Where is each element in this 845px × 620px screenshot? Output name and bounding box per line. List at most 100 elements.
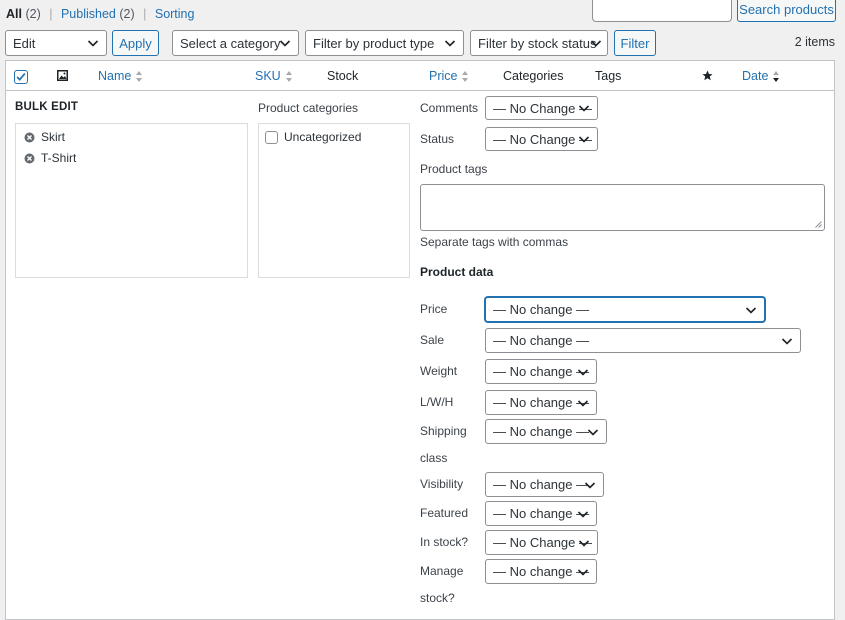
manage-stock-label: Manage	[420, 564, 464, 578]
column-sku-label: SKU	[255, 69, 281, 83]
featured-value: — No change —	[493, 506, 590, 521]
price-change-select[interactable]: — No change —	[485, 297, 765, 322]
bulk-edit-product-item: T-Shirt	[24, 151, 76, 165]
shipping-class-select[interactable]: — No change —	[485, 419, 607, 444]
view-sorting-link[interactable]: Sorting	[155, 7, 195, 21]
items-count: 2 items	[794, 35, 835, 49]
chevron-down-icon	[577, 510, 589, 518]
category-option[interactable]: Uncategorized	[265, 130, 361, 144]
column-name[interactable]: Name	[98, 69, 143, 83]
category-checkbox[interactable]	[265, 130, 278, 144]
product-tags-label: Product tags	[420, 162, 488, 176]
chevron-down-icon	[87, 40, 99, 47]
products-table: Name SKU Stock Price Categories Tags Dat…	[5, 60, 835, 620]
shipping-class-label: Shipping	[420, 424, 467, 438]
bulk-edit-title: BULK EDIT	[15, 101, 79, 113]
price-change-value: — No change —	[493, 302, 590, 317]
search-products-button[interactable]: Search products	[737, 0, 836, 22]
sale-change-value: — No change —	[493, 333, 590, 348]
visibility-select[interactable]: — No change —	[485, 472, 604, 497]
column-categories: Categories	[503, 69, 564, 83]
table-header: Name SKU Stock Price Categories Tags Dat…	[6, 61, 834, 91]
lwh-change-select[interactable]: — No change —	[485, 390, 597, 415]
in-stock-label: In stock?	[420, 535, 469, 549]
comments-select[interactable]: — No Change —	[485, 96, 598, 120]
chevron-down-icon	[584, 481, 596, 489]
category-filter-select[interactable]: Select a category	[172, 30, 299, 56]
chevron-down-icon	[590, 40, 602, 47]
manage-stock-select[interactable]: — No change —	[485, 559, 597, 584]
chevron-down-icon	[577, 399, 589, 407]
lwh-label: L/W/H	[420, 395, 454, 409]
price-label: Price	[420, 302, 448, 316]
view-published-link[interactable]: Published	[61, 7, 116, 21]
filter-button[interactable]: Filter	[614, 30, 656, 56]
chevron-down-icon	[444, 40, 456, 47]
apply-button[interactable]: Apply	[112, 30, 159, 56]
in-stock-select[interactable]: — No Change —	[485, 530, 598, 555]
column-price-label: Price	[429, 69, 458, 83]
tags-hint: Separate tags with commas	[420, 235, 569, 249]
bulk-action-select[interactable]: Edit	[5, 30, 107, 56]
manage-stock-label-line2: stock?	[420, 591, 455, 605]
product-categories-box: Uncategorized	[258, 123, 410, 278]
select-all-checkbox[interactable]	[14, 70, 28, 84]
bulk-action-value: Edit	[13, 35, 36, 51]
status-label: Status	[420, 132, 455, 146]
status-select[interactable]: — No Change —	[485, 127, 598, 151]
bulk-edit-product-item: Skirt	[24, 130, 65, 144]
category-label: Uncategorized	[284, 130, 362, 144]
image-icon	[57, 70, 68, 81]
remove-circle-icon[interactable]	[24, 153, 35, 164]
product-type-filter-value: Filter by product type	[313, 35, 435, 51]
view-separator: |	[143, 7, 147, 21]
comments-label: Comments	[420, 101, 479, 115]
chevron-down-icon	[577, 568, 589, 576]
chevron-down-icon	[745, 306, 757, 314]
column-stock: Stock	[327, 69, 359, 83]
product-data-label: Product data	[420, 265, 494, 279]
remove-circle-icon[interactable]	[24, 132, 35, 143]
manage-stock-value: — No change —	[493, 564, 590, 579]
chevron-down-icon	[781, 337, 793, 345]
sort-icon	[136, 70, 143, 82]
view-all-link[interactable]: All	[6, 7, 22, 21]
category-filter-value: Select a category	[180, 35, 281, 51]
chevron-down-icon	[279, 40, 291, 47]
sort-desc-icon	[773, 70, 780, 82]
chevron-down-icon	[577, 368, 589, 376]
stock-status-filter-select[interactable]: Filter by stock status	[470, 30, 608, 56]
sale-label: Sale	[420, 333, 445, 347]
product-tags-textarea[interactable]	[420, 184, 825, 231]
chevron-down-icon	[587, 428, 599, 436]
product-name: T-Shirt	[41, 151, 77, 165]
chevron-down-icon	[578, 136, 590, 143]
resize-handle-icon[interactable]	[815, 221, 822, 228]
column-date-label: Date	[742, 69, 769, 83]
shipping-class-value: — No change —	[493, 424, 590, 439]
checkmark-icon	[16, 73, 26, 81]
column-price[interactable]: Price	[429, 69, 469, 83]
stock-status-filter-value: Filter by stock status	[478, 35, 597, 51]
column-tags: Tags	[595, 69, 622, 83]
featured-label: Featured	[420, 506, 469, 520]
product-name: Skirt	[41, 130, 65, 144]
featured-select[interactable]: — No change —	[485, 501, 597, 526]
product-categories-label: Product categories	[258, 101, 359, 115]
visibility-value: — No change —	[493, 477, 590, 492]
weight-change-select[interactable]: — No change —	[485, 359, 597, 384]
product-type-filter-select[interactable]: Filter by product type	[305, 30, 464, 56]
chevron-down-icon	[578, 539, 590, 547]
view-separator: |	[49, 7, 53, 21]
lwh-change-value: — No change —	[493, 395, 590, 410]
view-published-count: (2)	[119, 7, 135, 21]
search-input[interactable]	[592, 0, 732, 22]
sort-icon	[462, 70, 469, 82]
shipping-class-label-line2: class	[420, 451, 448, 465]
column-date[interactable]: Date	[742, 69, 780, 83]
view-links: All (2) | Published (2) | Sorting	[6, 7, 194, 21]
featured-star-icon[interactable]	[702, 70, 713, 81]
column-sku[interactable]: SKU	[255, 69, 293, 83]
sort-icon	[285, 70, 292, 82]
sale-change-select[interactable]: — No change —	[485, 328, 801, 353]
